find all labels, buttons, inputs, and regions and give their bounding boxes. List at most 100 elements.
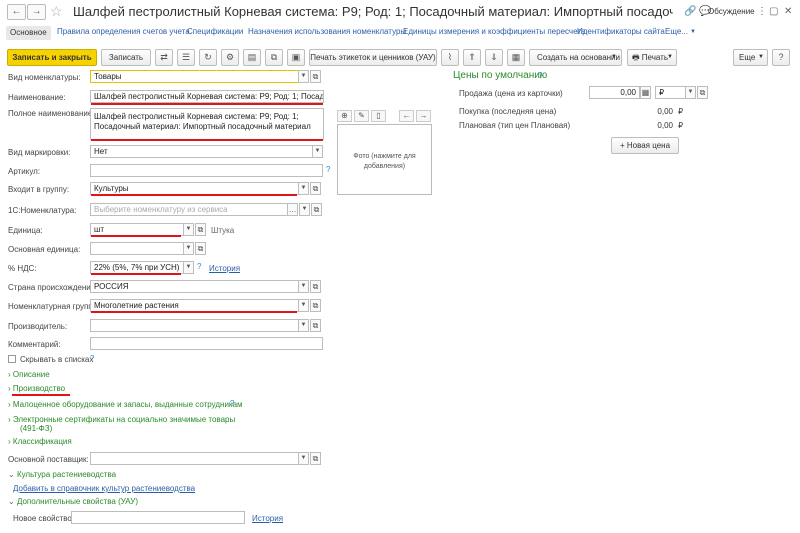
- chevron-down-icon[interactable]: ▼: [183, 242, 194, 255]
- tab-accounting-rules[interactable]: Правила определения счетов учета: [57, 27, 190, 36]
- section-certificates[interactable]: › Электронные сертификаты на социально з…: [8, 415, 235, 424]
- hide-checkbox[interactable]: [8, 355, 16, 363]
- onec-input[interactable]: Выберите номенклатуру из сервиса: [90, 203, 297, 216]
- tab-main[interactable]: Основное: [6, 26, 51, 40]
- sale-price-input[interactable]: 0,00: [589, 86, 640, 99]
- table-icon[interactable]: ▤: [243, 49, 261, 66]
- tab-site-ids[interactable]: Идентификаторы сайта: [577, 27, 665, 36]
- refresh-icon[interactable]: ↻: [199, 49, 217, 66]
- tab-more[interactable]: Еще...: [665, 27, 688, 36]
- add-culture-link[interactable]: Добавить в справочник культур растениево…: [13, 484, 195, 493]
- chevron-down-icon[interactable]: ▼: [298, 299, 309, 312]
- section-production[interactable]: › Производство: [8, 384, 65, 393]
- tab-usage-purposes[interactable]: Назначения использования номенклатуры: [248, 27, 406, 36]
- photo-area[interactable]: Фото (нажмите для добавления): [337, 124, 432, 195]
- create-based-on-button[interactable]: Создать на основании ▼: [529, 49, 622, 66]
- print-label: Печать: [641, 53, 669, 62]
- open-icon[interactable]: ⧉: [195, 242, 206, 255]
- currency-input[interactable]: ₽: [655, 86, 686, 99]
- chevron-down-icon[interactable]: ▼: [685, 86, 696, 99]
- save-button[interactable]: Записать: [101, 49, 151, 66]
- article-input[interactable]: [90, 164, 323, 177]
- ellipsis-icon[interactable]: …: [287, 203, 298, 216]
- module-icon[interactable]: ▦: [507, 49, 525, 66]
- help-icon[interactable]: ?: [772, 49, 790, 66]
- edit-photo-icon[interactable]: ✎: [354, 110, 369, 122]
- help-icon[interactable]: ?: [90, 354, 94, 363]
- chevron-down-icon[interactable]: ▼: [298, 182, 309, 195]
- chevron-down-icon[interactable]: ▼: [298, 70, 309, 83]
- star-icon[interactable]: ☆: [50, 3, 63, 19]
- doc-icon[interactable]: ▣: [287, 49, 305, 66]
- list-icon[interactable]: ☰: [177, 49, 195, 66]
- section-extra-props[interactable]: ⌄ Дополнительные свойства (УАУ): [8, 497, 138, 506]
- forward-arrow-icon[interactable]: →: [27, 4, 46, 20]
- open-icon[interactable]: ⧉: [195, 223, 206, 236]
- delete-photo-icon[interactable]: ▯: [371, 110, 386, 122]
- chevron-down-icon[interactable]: ▼: [299, 203, 310, 216]
- help-icon[interactable]: ?: [538, 71, 542, 80]
- print-labels-button[interactable]: Печать этикеток и ценников (УАУ): [309, 49, 437, 66]
- chevron-down-icon[interactable]: ▼: [183, 223, 194, 236]
- supplier-input[interactable]: [90, 452, 309, 465]
- new-prop-input[interactable]: [71, 511, 245, 524]
- plan-price-label: Плановая (тип цен Плановая): [459, 121, 571, 130]
- new-prop-history-link[interactable]: История: [252, 514, 283, 523]
- prev-photo-icon[interactable]: ←: [399, 110, 414, 122]
- tab-specifications[interactable]: Спецификации: [187, 27, 243, 36]
- open-icon[interactable]: ⧉: [310, 299, 321, 312]
- discuss-label[interactable]: Обсуждение: [708, 7, 755, 16]
- open-icon[interactable]: ⧉: [310, 452, 321, 465]
- section-classification[interactable]: › Классификация: [8, 437, 72, 446]
- exchange-icon[interactable]: ⇄: [155, 49, 173, 66]
- vat-history-link[interactable]: История: [209, 264, 240, 273]
- marking-input[interactable]: Нет: [90, 145, 323, 158]
- new-price-button[interactable]: + Новая цена: [611, 137, 679, 154]
- tabs-more-chevron-icon[interactable]: ▼: [690, 29, 696, 35]
- section-description[interactable]: › Описание: [8, 370, 50, 379]
- comment-input[interactable]: [90, 337, 323, 350]
- maximize-icon[interactable]: ▢: [769, 5, 778, 19]
- country-input[interactable]: РОССИЯ: [90, 280, 309, 293]
- open-icon[interactable]: ⧉: [310, 280, 321, 293]
- close-icon[interactable]: ✕: [784, 5, 792, 19]
- help-icon[interactable]: ?: [230, 399, 234, 408]
- back-arrow-icon[interactable]: ←: [7, 4, 26, 20]
- open-icon[interactable]: ⧉: [311, 203, 322, 216]
- more-button[interactable]: Еще ▼: [733, 49, 768, 66]
- open-icon[interactable]: ⧉: [697, 86, 708, 99]
- help-icon[interactable]: ?: [197, 262, 201, 271]
- calculator-icon[interactable]: ▦: [640, 86, 651, 99]
- next-photo-icon[interactable]: →: [416, 110, 431, 122]
- add-photo-icon[interactable]: ⊕: [337, 110, 352, 122]
- tab-units[interactable]: Единицы измерения и коэффициенты пересче…: [403, 27, 585, 36]
- section-low-value[interactable]: › Малоценное оборудование и запасы, выда…: [8, 400, 243, 409]
- name-input[interactable]: Шалфей пестролистный Корневая система: Р…: [90, 90, 324, 103]
- producer-input[interactable]: [90, 319, 309, 332]
- copy-icon[interactable]: ⧉: [265, 49, 283, 66]
- chevron-down-icon[interactable]: ▼: [298, 452, 309, 465]
- chevron-down-icon[interactable]: ▼: [312, 145, 323, 158]
- section-production-label: Производство: [12, 384, 66, 393]
- plan-price-value: 0,00: [657, 121, 673, 130]
- help-icon[interactable]: ?: [326, 165, 330, 174]
- chevron-down-icon[interactable]: ▼: [298, 319, 309, 332]
- upload-icon[interactable]: ⇑: [463, 49, 481, 66]
- open-icon[interactable]: ⧉: [310, 70, 321, 83]
- print-button[interactable]: 🖶 Печать ▼: [627, 49, 677, 66]
- more-vertical-icon[interactable]: ⋮: [757, 5, 767, 19]
- structure-icon[interactable]: ⚙: [221, 49, 239, 66]
- base-unit-input[interactable]: [90, 242, 192, 255]
- link-icon[interactable]: 🔗: [684, 5, 696, 19]
- chevron-down-icon[interactable]: ▼: [183, 261, 194, 274]
- open-icon[interactable]: ⧉: [310, 319, 321, 332]
- highlight-underline: [91, 194, 297, 196]
- attach-icon[interactable]: ⌇: [441, 49, 459, 66]
- kind-input[interactable]: Товары: [90, 70, 309, 83]
- open-icon[interactable]: ⧉: [310, 182, 321, 195]
- download-icon[interactable]: ⇓: [485, 49, 503, 66]
- chevron-down-icon[interactable]: ▼: [298, 280, 309, 293]
- save-and-close-button[interactable]: Записать и закрыть: [7, 49, 97, 66]
- section-culture[interactable]: ⌄ Культура растениеводства: [8, 470, 116, 479]
- fullname-textarea[interactable]: Шалфей пестролистный Корневая система: Р…: [90, 108, 324, 140]
